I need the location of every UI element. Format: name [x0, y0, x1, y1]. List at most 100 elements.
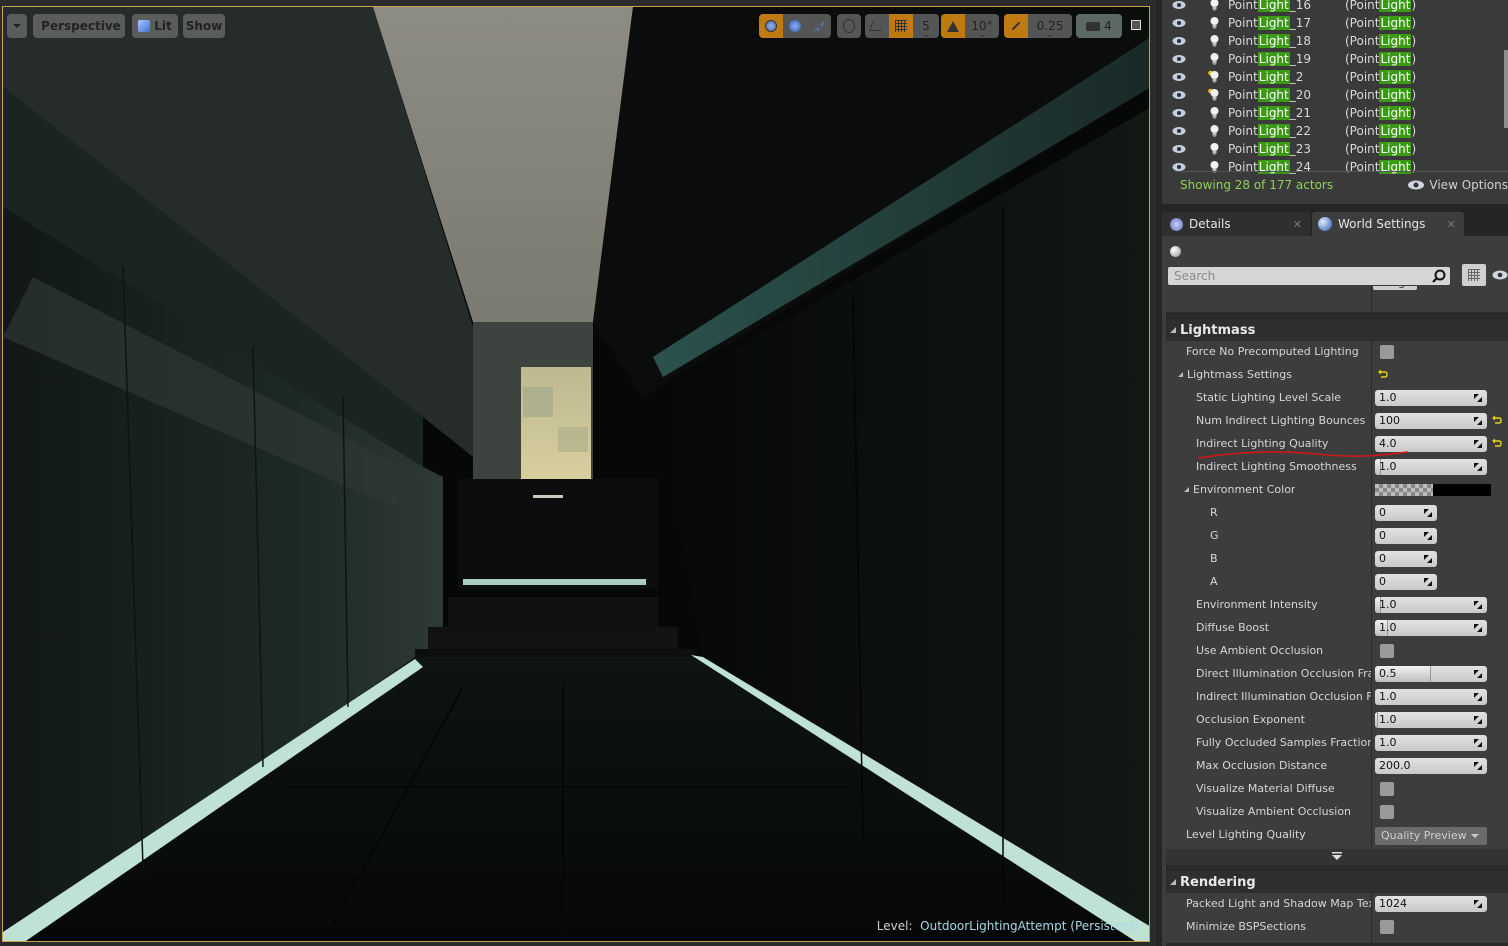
rotation-snap-value[interactable]: 10°	[965, 14, 999, 38]
rotate-mode-button[interactable]	[783, 14, 807, 38]
outliner-row[interactable]: PointLight_19 (PointLight)	[1162, 50, 1508, 68]
drag-handle-icon[interactable]	[1474, 739, 1482, 747]
show-label: Show	[185, 19, 223, 33]
numeric-input[interactable]: 0.5	[1375, 666, 1487, 682]
show-button[interactable]: Show	[183, 14, 225, 38]
maximize-viewport-icon[interactable]	[1131, 20, 1141, 30]
kill-zdamage-type-combo[interactable]: Dmg	[1373, 286, 1417, 290]
outliner-row[interactable]: PointLight_21 (PointLight)	[1162, 104, 1508, 122]
drag-handle-icon[interactable]	[1474, 394, 1482, 402]
numeric-input[interactable]: 1.0	[1375, 597, 1487, 613]
visibility-eye-icon[interactable]	[1172, 72, 1186, 82]
outliner-row[interactable]: PointLight_17 (PointLight)	[1162, 14, 1508, 32]
actor-type: (PointLight)	[1345, 88, 1417, 102]
world-local-toggle[interactable]	[837, 14, 861, 38]
drag-handle-icon[interactable]	[1474, 670, 1482, 678]
checkbox[interactable]	[1380, 805, 1394, 819]
checkbox[interactable]	[1380, 345, 1394, 359]
numeric-input[interactable]: 0	[1375, 551, 1437, 567]
visibility-eye-icon[interactable]	[1172, 54, 1186, 64]
drag-handle-icon[interactable]	[1424, 578, 1432, 586]
visibility-eye-icon[interactable]	[1172, 126, 1186, 136]
view-mode-lit-button[interactable]: Lit	[132, 14, 178, 38]
checkbox[interactable]	[1380, 920, 1394, 934]
checkbox[interactable]	[1380, 644, 1394, 658]
tab-details[interactable]: Details ✕	[1162, 212, 1310, 236]
surface-snap-button[interactable]	[865, 14, 889, 38]
tab-world-settings[interactable]: World Settings ✕	[1312, 212, 1464, 236]
visibility-eye-icon[interactable]	[1172, 108, 1186, 118]
drag-handle-icon[interactable]	[1474, 440, 1482, 448]
outliner-row[interactable]: PointLight_16 (PointLight)	[1162, 0, 1508, 14]
visibility-eye-icon[interactable]	[1172, 90, 1186, 100]
outliner-row[interactable]: PointLight_24 (PointLight)	[1162, 158, 1508, 176]
outliner-scrollbar[interactable]	[1504, 50, 1508, 128]
rotation-snap-group: 10°	[941, 14, 999, 38]
numeric-input[interactable]: 0	[1375, 505, 1437, 521]
outliner-row[interactable]: PointLight_22 (PointLight)	[1162, 122, 1508, 140]
reset-to-default-icon[interactable]	[1378, 369, 1388, 379]
drag-handle-icon[interactable]	[1474, 900, 1482, 908]
numeric-input[interactable]: 1.0	[1375, 390, 1487, 406]
numeric-input[interactable]: 1.0	[1375, 620, 1487, 636]
view-options-button[interactable]: View Options	[1407, 178, 1508, 192]
search-icon[interactable]	[1432, 269, 1446, 283]
drag-handle-icon[interactable]	[1474, 762, 1482, 770]
drag-handle-icon[interactable]	[1424, 509, 1432, 517]
numeric-input[interactable]: 0	[1375, 574, 1437, 590]
numeric-input[interactable]: 1024	[1375, 896, 1487, 912]
drag-handle-icon[interactable]	[1474, 463, 1482, 471]
reset-to-default-icon[interactable]	[1492, 415, 1502, 425]
details-search-input[interactable]: Search	[1168, 267, 1450, 285]
drag-handle-icon[interactable]	[1474, 693, 1482, 701]
group-lightmass-settings[interactable]: Lightmass Settings	[1178, 368, 1292, 381]
viewport-frame[interactable]: Perspective Lit Show 5 10° 0.25 4 Level:…	[2, 6, 1150, 942]
drag-handle-icon[interactable]	[1424, 532, 1432, 540]
visibility-eye-icon[interactable]	[1172, 144, 1186, 154]
level-lighting-quality-dropdown[interactable]: Quality Preview	[1375, 827, 1487, 845]
category-lightmass[interactable]: Lightmass	[1166, 319, 1508, 341]
checkbox[interactable]	[1380, 782, 1394, 796]
numeric-input[interactable]: 1.0	[1375, 459, 1487, 475]
numeric-input[interactable]: 100	[1375, 413, 1487, 429]
scale-snap-toggle[interactable]	[1004, 14, 1028, 38]
property-matrix-button[interactable]	[1462, 264, 1486, 286]
numeric-input[interactable]: 0	[1375, 528, 1437, 544]
outliner-row[interactable]: PointLight_23 (PointLight)	[1162, 140, 1508, 158]
outliner-row[interactable]: PointLight_2 (PointLight)	[1162, 68, 1508, 86]
close-icon[interactable]: ✕	[1293, 218, 1302, 231]
viewport-options-menu[interactable]	[7, 14, 27, 38]
eye-icon[interactable]	[1492, 269, 1508, 281]
perspective-button[interactable]: Perspective	[33, 14, 125, 38]
numeric-input[interactable]: 4.0	[1375, 436, 1487, 452]
drag-handle-icon[interactable]	[1474, 417, 1482, 425]
scene-render[interactable]	[3, 7, 1150, 942]
numeric-input[interactable]: 200.0	[1375, 758, 1487, 774]
grid-snap-toggle[interactable]	[889, 14, 913, 38]
show-advanced-button[interactable]	[1166, 849, 1508, 865]
visibility-eye-icon[interactable]	[1172, 36, 1186, 46]
group-environment-color[interactable]: Environment Color	[1184, 483, 1295, 496]
category-rendering[interactable]: Rendering	[1166, 871, 1508, 893]
scale-mode-button[interactable]	[807, 14, 831, 38]
drag-handle-icon[interactable]	[1424, 555, 1432, 563]
numeric-input[interactable]: 1.0	[1375, 689, 1487, 705]
outliner-row[interactable]: PointLight_18 (PointLight)	[1162, 32, 1508, 50]
translate-mode-button[interactable]	[759, 14, 783, 38]
numeric-input[interactable]: 1.0	[1375, 712, 1487, 728]
visibility-eye-icon[interactable]	[1172, 18, 1186, 28]
visibility-eye-icon[interactable]	[1172, 0, 1186, 10]
rotation-snap-toggle[interactable]	[941, 14, 965, 38]
close-icon[interactable]: ✕	[1447, 218, 1456, 231]
numeric-input[interactable]: 1.0	[1375, 735, 1487, 751]
drag-handle-icon[interactable]	[1474, 601, 1482, 609]
camera-speed-button[interactable]: 4	[1076, 14, 1122, 38]
reset-to-default-icon[interactable]	[1492, 438, 1502, 448]
environment-color-swatch[interactable]	[1375, 484, 1508, 496]
level-viewport[interactable]: Perspective Lit Show 5 10° 0.25 4 Level:…	[0, 0, 1152, 946]
outliner-row[interactable]: PointLight_20 (PointLight)	[1162, 86, 1508, 104]
drag-handle-icon[interactable]	[1474, 624, 1482, 632]
scale-snap-value[interactable]: 0.25	[1028, 14, 1072, 38]
grid-snap-value[interactable]: 5	[913, 14, 939, 38]
drag-handle-icon[interactable]	[1474, 716, 1482, 724]
